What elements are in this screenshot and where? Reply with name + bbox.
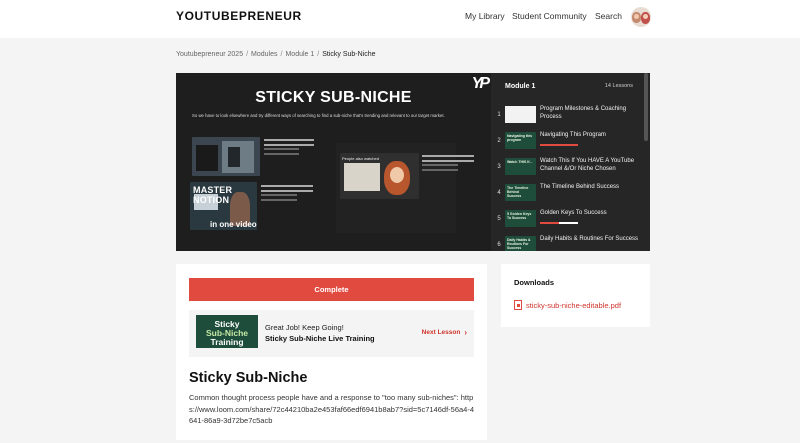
nav-my-library[interactable]: My Library	[465, 11, 505, 21]
lesson-title: Sticky Sub-Niche	[189, 370, 308, 386]
breadcrumb-separator: /	[246, 51, 249, 58]
playlist-item-thumbnail: 5 Golden Keys To Success	[505, 210, 536, 227]
next-lesson-thumbnail: Sticky Sub-Niche Training	[196, 315, 258, 348]
playlist-item-label: The Timeline Behind Success	[540, 184, 620, 190]
playlist-item-thumbnail: Daily Habits & Routines For Success	[505, 236, 536, 251]
playlist-item[interactable]: 2 Navigating this program Navigating Thi…	[491, 130, 644, 156]
playlist-item-progress	[540, 144, 578, 146]
playlist-item-label: Watch This If You HAVE A YouTube Channel…	[540, 158, 635, 173]
playlist-item-thumbnail	[505, 106, 536, 123]
playlist-header: Module 1 14 Lessons	[491, 73, 650, 100]
playlist-item-progress	[540, 222, 578, 224]
video-frame-subtitle: So we have to look elsewhere and try dif…	[192, 113, 445, 118]
thumbnail-caption-lines	[261, 185, 313, 203]
video-frame-title: STICKY SUB-NICHE	[255, 89, 412, 106]
breadcrumb-course[interactable]: Youtubepreneur 2025	[176, 51, 243, 58]
thumbnail-caption-lines	[264, 139, 314, 157]
playlist-title: Module 1	[505, 83, 536, 90]
breadcrumb-current: Sticky Sub-Niche	[322, 51, 376, 58]
playlist-item-number: 3	[497, 164, 501, 170]
video-frame-thumbnail	[192, 137, 260, 176]
breadcrumb-separator: /	[280, 51, 283, 58]
playlist-lesson-count: 14 Lessons	[604, 83, 633, 89]
complete-button[interactable]: Complete	[189, 278, 474, 301]
download-link[interactable]: sticky-sub-niche-editable.pdf	[514, 295, 621, 313]
playlist-item-thumbnail: Navigating this program	[505, 132, 536, 149]
module-playlist: Module 1 14 Lessons 1 Program Milestones…	[491, 73, 650, 251]
thumbnail-heading: MASTER NOTION	[193, 185, 233, 205]
playlist-item-number: 6	[497, 242, 501, 248]
download-file-name: sticky-sub-niche-editable.pdf	[526, 301, 622, 310]
next-thumb-line: Training	[210, 336, 244, 347]
lesson-description: Common thought process people have and a…	[189, 393, 474, 426]
breadcrumb-modules[interactable]: Modules	[251, 51, 277, 58]
playlist-item[interactable]: 1 Program Milestones & Coaching Process	[491, 104, 644, 130]
thumbnail-tag: People also watched	[342, 156, 379, 161]
downloads-card: Downloads sticky-sub-niche-editable.pdf	[501, 264, 650, 327]
next-lesson-title: Sticky Sub-Niche Live Training	[265, 334, 375, 343]
next-lesson-link-label: Next Lesson	[421, 329, 461, 336]
playlist-item[interactable]: 5 5 Golden Keys To Success Golden Keys T…	[491, 208, 644, 234]
avatar[interactable]	[631, 7, 651, 27]
video-frame-thumbnail: MASTER NOTION in one video	[190, 182, 257, 230]
playlist-item-thumbnail: Watch THIS If...	[505, 158, 536, 175]
playlist-item[interactable]: 6 Daily Habits & Routines For Success Da…	[491, 234, 644, 251]
chevron-right-icon: ›	[464, 328, 467, 337]
site-header: YOUTUBEPRENEUR My Library Student Commun…	[0, 0, 800, 38]
next-lesson-card[interactable]: Sticky Sub-Niche Training Great Job! Kee…	[189, 310, 474, 357]
downloads-title: Downloads	[514, 278, 555, 287]
pdf-file-icon	[514, 300, 522, 310]
playlist-item-thumbnail: The Timeline Behind Success	[505, 184, 536, 201]
breadcrumb-module[interactable]: Module 1	[285, 51, 314, 58]
playlist-item-label: Golden Keys To Success	[540, 210, 607, 216]
brand-logo[interactable]: YOUTUBEPRENEUR	[176, 9, 302, 23]
lesson-card: Complete Sticky Sub-Niche Training Great…	[176, 264, 487, 440]
playlist-item-label: Daily Habits & Routines For Success	[540, 236, 639, 242]
playlist-item-number: 1	[497, 112, 501, 118]
nav-search[interactable]: Search	[595, 11, 622, 21]
thumbnail-overlay-text: in one video	[210, 220, 257, 229]
video-player[interactable]: YP STICKY SUB-NICHE So we have to look e…	[176, 73, 491, 251]
video-frame-thumbnail: People also watched	[340, 153, 419, 199]
playlist-item-number: 2	[497, 138, 501, 144]
playlist-item-label: Program Milestones & Coaching Process	[540, 106, 627, 121]
next-lesson-link[interactable]: Next Lesson ›	[422, 328, 467, 337]
playlist-item-number: 5	[497, 216, 501, 222]
breadcrumb-separator: /	[317, 51, 320, 58]
nav-student-community[interactable]: Student Community	[512, 11, 587, 21]
playlist-scrollbar[interactable]	[644, 73, 648, 141]
playlist-item[interactable]: 3 Watch THIS If... Watch This If You HAV…	[491, 156, 644, 182]
playlist-item-label: Navigating This Program	[540, 132, 606, 138]
next-lesson-encouragement: Great Job! Keep Going!	[265, 323, 344, 332]
playlist-item-number: 4	[497, 190, 501, 196]
playlist-item[interactable]: 4 The Timeline Behind Success The Timeli…	[491, 182, 644, 208]
thumbnail-caption-lines	[422, 155, 474, 173]
breadcrumb: Youtubepreneur 2025/Modules / Module 1/Sti…	[176, 51, 376, 58]
